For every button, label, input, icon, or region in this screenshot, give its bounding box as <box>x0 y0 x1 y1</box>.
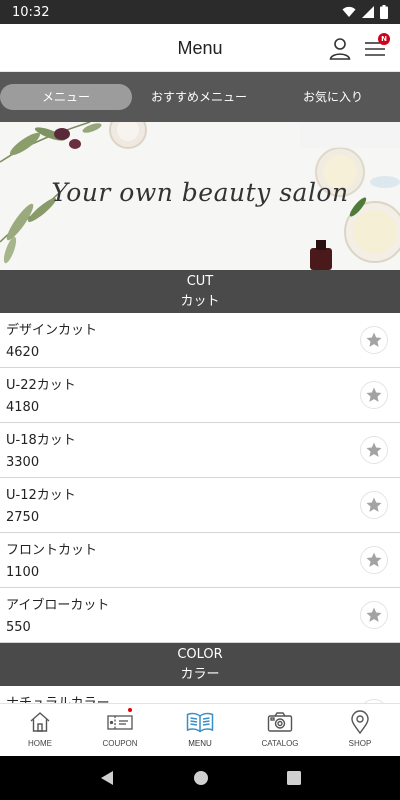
menu-item[interactable]: U-12カット 2750 <box>0 478 400 533</box>
status-icons <box>342 5 388 19</box>
nav-label: CATALOG <box>261 739 299 748</box>
section-title-ja: カット <box>180 293 220 309</box>
account-button[interactable] <box>328 36 352 60</box>
wifi-icon <box>342 6 356 17</box>
tab-menu[interactable]: メニュー <box>0 84 132 110</box>
nav-home[interactable]: HOME <box>0 704 80 756</box>
section-header-cut: CUT カット <box>0 270 400 313</box>
favorite-button[interactable] <box>360 491 388 519</box>
menu-tabs: メニュー おすすめメニュー お気に入り <box>0 72 400 122</box>
menu-item-name: ナチュラルカラー <box>6 693 394 703</box>
notification-badge: N <box>378 33 390 45</box>
menu-item-name: U-22カット <box>6 378 76 393</box>
recents-icon[interactable] <box>287 771 301 785</box>
bottom-navigation: HOME COUPON MENU CATALOG SHOP <box>0 703 400 756</box>
tab-recommended[interactable]: おすすめメニュー <box>132 84 266 110</box>
menu-item[interactable]: アイブローカット 550 <box>0 588 400 643</box>
menu-item-name: フロントカット <box>6 543 98 558</box>
back-icon[interactable] <box>99 770 115 786</box>
nav-label: COUPON <box>102 739 138 748</box>
menu-item-price: 2750 <box>6 510 40 525</box>
tab-favorites[interactable]: お気に入り <box>266 84 400 110</box>
coupon-notification-dot <box>128 708 132 712</box>
favorite-button[interactable] <box>360 381 388 409</box>
menu-item[interactable]: ナチュラルカラー <box>0 686 400 703</box>
salon-banner: Your own beauty salon <box>0 122 400 270</box>
home-icon <box>30 712 50 732</box>
section-title-ja: カラー <box>180 666 220 682</box>
favorite-button[interactable] <box>360 436 388 464</box>
menu-item-name: U-12カット <box>6 488 76 503</box>
section-title-en: COLOR <box>177 646 223 662</box>
signal-icon <box>362 6 374 18</box>
star-icon <box>366 332 382 347</box>
menu-item-name: アイブローカット <box>6 598 110 613</box>
favorite-button[interactable] <box>360 546 388 574</box>
nav-menu[interactable]: MENU <box>160 704 240 756</box>
hamburger-menu-button[interactable]: N <box>364 33 390 60</box>
menu-item-price: 3300 <box>6 455 40 470</box>
system-navigation-bar <box>0 756 400 800</box>
user-icon <box>329 38 351 60</box>
status-time: 10:32 <box>12 4 50 20</box>
menu-item-name: U-18カット <box>6 433 76 448</box>
nav-label: SHOP <box>348 739 372 748</box>
menu-book-icon <box>186 712 214 733</box>
star-icon <box>366 552 382 567</box>
menu-item-price: 1100 <box>6 565 40 580</box>
menu-item-price: 550 <box>6 620 31 635</box>
menu-item[interactable]: U-18カット 3300 <box>0 423 400 478</box>
menu-item[interactable]: デザインカット 4620 <box>0 313 400 368</box>
battery-icon <box>380 5 388 19</box>
nav-coupon[interactable]: COUPON <box>80 704 160 756</box>
camera-icon <box>267 712 293 732</box>
section-header-color: COLOR カラー <box>0 643 400 686</box>
menu-item-name: デザインカット <box>6 323 98 338</box>
nav-label: MENU <box>188 739 212 748</box>
nav-shop[interactable]: SHOP <box>320 704 400 756</box>
star-icon <box>366 607 382 622</box>
coupon-icon <box>107 715 133 730</box>
menu-item[interactable]: U-22カット 4180 <box>0 368 400 423</box>
menu-item[interactable]: フロントカット 1100 <box>0 533 400 588</box>
star-icon <box>366 497 382 512</box>
map-pin-icon <box>351 710 369 734</box>
menu-list: CUT カット デザインカット 4620 U-22カット 4180 U-18カッ… <box>0 270 400 703</box>
banner-text: Your own beauty salon <box>51 178 349 207</box>
section-title-en: CUT <box>186 273 214 289</box>
status-bar: 10:32 <box>0 0 400 24</box>
menu-item-price: 4180 <box>6 400 40 415</box>
home-circle-icon[interactable] <box>193 770 209 786</box>
app-bar: Menu N <box>0 24 400 72</box>
menu-item-price: 4620 <box>6 345 40 360</box>
nav-label: HOME <box>28 739 52 748</box>
star-icon <box>366 442 382 457</box>
favorite-button[interactable] <box>360 326 388 354</box>
nav-catalog[interactable]: CATALOG <box>240 704 320 756</box>
star-icon <box>366 387 382 402</box>
favorite-button[interactable] <box>360 601 388 629</box>
